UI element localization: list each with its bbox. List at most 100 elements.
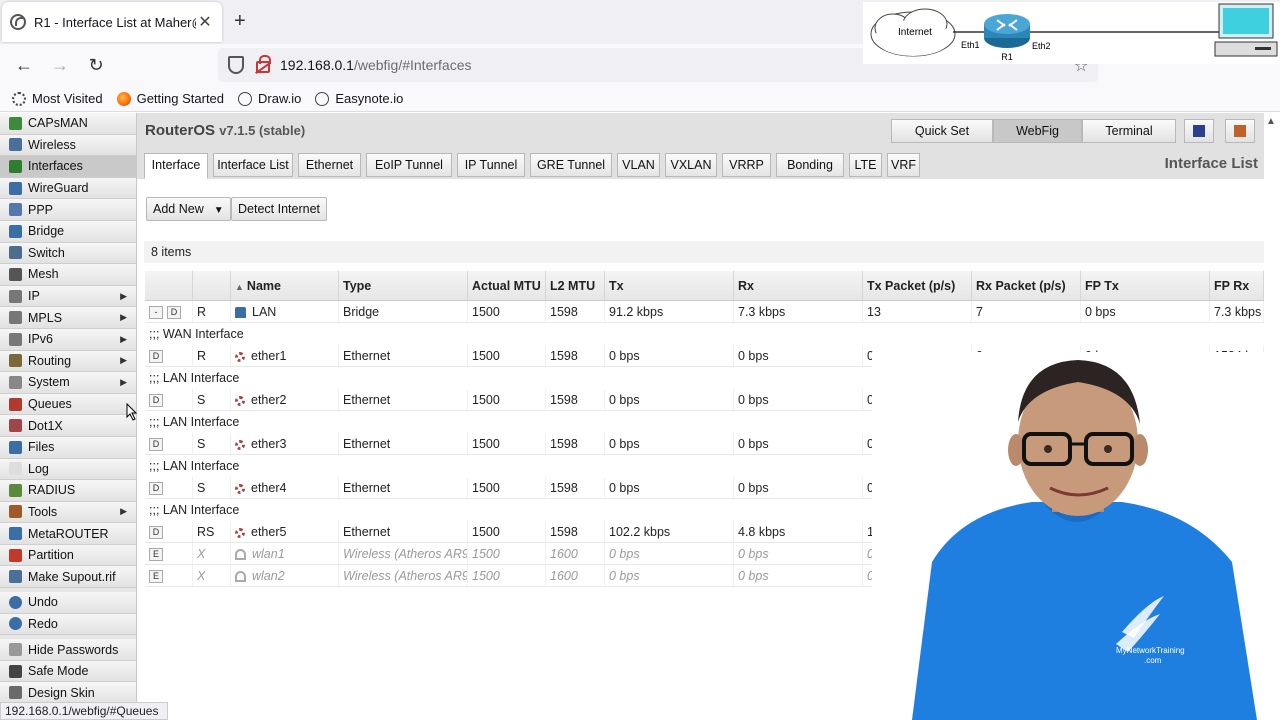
remove-button[interactable]: - bbox=[149, 306, 163, 320]
column-header[interactable]: Rx bbox=[734, 271, 863, 300]
tab-ip-tunnel[interactable]: IP Tunnel bbox=[457, 153, 525, 177]
sidebar-item-partition[interactable]: Partition bbox=[0, 544, 136, 567]
submenu-arrow-icon: ▶ bbox=[120, 506, 127, 517]
tab-vlan[interactable]: VLAN bbox=[617, 153, 660, 177]
winbox-download-icon[interactable] bbox=[1184, 119, 1214, 143]
column-header[interactable]: Rx Packet (p/s) bbox=[972, 271, 1081, 300]
cell-name[interactable]: wlan2 bbox=[231, 565, 339, 586]
row-flags: X bbox=[193, 565, 231, 586]
sidebar-item-ipv6[interactable]: IPv6 ▶ bbox=[0, 328, 136, 351]
cell-rx: 0 bps bbox=[734, 565, 863, 586]
tab-eoip-tunnel[interactable]: EoIP Tunnel bbox=[366, 153, 452, 177]
sidebar-item-queues[interactable]: Queues bbox=[0, 393, 136, 416]
sidebar-item-capsman[interactable]: CAPsMAN bbox=[0, 113, 136, 135]
forward-icon[interactable]: → bbox=[48, 53, 72, 77]
tab-vrf[interactable]: VRF bbox=[887, 153, 920, 177]
quick-set-button[interactable]: Quick Set bbox=[891, 119, 993, 143]
sidebar-item-files[interactable]: Files bbox=[0, 436, 136, 459]
bookmark-drawio[interactable]: Draw.io bbox=[238, 91, 301, 106]
interface-name: ether3 bbox=[251, 437, 287, 451]
cell-name[interactable]: ether1 bbox=[231, 345, 339, 366]
sidebar-undo[interactable]: Undo bbox=[0, 592, 136, 614]
cell-name[interactable]: ether4 bbox=[231, 477, 339, 498]
sidebar-item-wireless[interactable]: Wireless bbox=[0, 134, 136, 157]
eth2-label: Eth2 bbox=[1032, 41, 1051, 51]
tab-ethernet[interactable]: Ethernet bbox=[298, 153, 361, 177]
bookmark-easynote[interactable]: Easynote.io bbox=[315, 91, 403, 106]
detect-internet-button[interactable]: Detect Internet bbox=[231, 197, 327, 221]
column-header[interactable]: Type bbox=[339, 271, 468, 300]
new-tab-button[interactable]: + bbox=[234, 10, 246, 33]
sidebar-safe-mode[interactable]: Safe Mode bbox=[0, 660, 136, 683]
submenu-arrow-icon: ▶ bbox=[120, 290, 127, 301]
tab-vrrp[interactable]: VRRP bbox=[722, 153, 771, 177]
disable-button[interactable]: D bbox=[149, 526, 163, 540]
tab-interface[interactable]: Interface bbox=[144, 153, 208, 179]
sidebar-item-system[interactable]: System ▶ bbox=[0, 372, 136, 394]
bookmark-most-visited[interactable]: Most Visited bbox=[12, 91, 103, 106]
shield-icon[interactable] bbox=[228, 56, 244, 74]
cell-name[interactable]: ether3 bbox=[231, 433, 339, 454]
terminal-button[interactable]: Terminal bbox=[1082, 119, 1176, 143]
sidebar-item-interfaces[interactable]: Interfaces bbox=[0, 156, 136, 178]
sidebar-label: Design Skin bbox=[28, 685, 95, 700]
sidebar-item-log[interactable]: Log bbox=[0, 458, 136, 481]
sidebar-item-tools[interactable]: Tools ▶ bbox=[0, 501, 136, 524]
cell-name[interactable]: ether2 bbox=[231, 389, 339, 410]
tab-bonding[interactable]: Bonding bbox=[776, 153, 844, 177]
cell-name[interactable]: LAN bbox=[231, 301, 339, 322]
enable-button[interactable]: E bbox=[149, 548, 163, 562]
sidebar-item-switch[interactable]: Switch bbox=[0, 242, 136, 265]
sidebar-hide-passwords[interactable]: Hide Passwords bbox=[0, 639, 136, 661]
sidebar-item-bridge[interactable]: Bridge bbox=[0, 220, 136, 243]
sidebar-item-radius[interactable]: RADIUS bbox=[0, 480, 136, 502]
sidebar-item-ip[interactable]: IP ▶ bbox=[0, 285, 136, 308]
disable-button[interactable]: D bbox=[149, 482, 163, 496]
back-icon[interactable]: ← bbox=[12, 53, 36, 77]
cell-tx: 0 bps bbox=[605, 345, 734, 366]
column-header[interactable]: L2 MTU bbox=[546, 271, 605, 300]
column-header[interactable] bbox=[193, 271, 231, 300]
cell-name[interactable]: ether5 bbox=[231, 521, 339, 542]
column-header[interactable] bbox=[145, 271, 193, 300]
webfig-button[interactable]: WebFig bbox=[993, 119, 1082, 143]
sidebar-item-metarouter[interactable]: MetaROUTER bbox=[0, 523, 136, 545]
sidebar-item-dot1x[interactable]: Dot1X bbox=[0, 415, 136, 437]
reload-icon[interactable]: ↻ bbox=[84, 53, 108, 77]
disable-button[interactable]: D bbox=[149, 350, 163, 364]
column-header[interactable]: Tx Packet (p/s) bbox=[863, 271, 972, 300]
disable-button[interactable]: D bbox=[149, 394, 163, 408]
column-header[interactable]: Tx bbox=[605, 271, 734, 300]
sidebar-item-mpls[interactable]: MPLS ▶ bbox=[0, 307, 136, 329]
sidebar-item-make-supout-rif[interactable]: Make Supout.rif bbox=[0, 566, 136, 589]
tab-lte[interactable]: LTE bbox=[849, 153, 882, 177]
sidebar-item-ppp[interactable]: PPP bbox=[0, 199, 136, 221]
column-header[interactable]: FP Rx bbox=[1210, 271, 1264, 300]
graphs-icon[interactable] bbox=[1225, 119, 1255, 143]
add-new-button[interactable]: Add New ▼ bbox=[146, 197, 231, 221]
enable-button[interactable]: E bbox=[149, 570, 163, 584]
column-header[interactable]: FP Tx bbox=[1081, 271, 1210, 300]
tab-gre-tunnel[interactable]: GRE Tunnel bbox=[530, 153, 612, 177]
ethernet-port-icon bbox=[235, 483, 245, 494]
sidebar-redo[interactable]: Redo bbox=[0, 613, 136, 636]
disable-button[interactable]: D bbox=[167, 306, 181, 320]
scroll-up-icon[interactable]: ▲ bbox=[1266, 116, 1276, 127]
tab-interface-list[interactable]: Interface List bbox=[213, 153, 293, 177]
column-header[interactable]: Actual MTU bbox=[468, 271, 546, 300]
table-row[interactable]: - D R LAN Bridge 1500 1598 91.2 kbps 7.3 kbps 13 7… bbox=[145, 301, 1264, 323]
disable-button[interactable]: D bbox=[149, 438, 163, 452]
close-tab-icon[interactable]: ✕ bbox=[196, 12, 214, 32]
browser-tab[interactable]: R1 - Interface List at Maher@15 ✕ bbox=[2, 2, 222, 42]
sidebar-design-skin[interactable]: Design Skin bbox=[0, 682, 136, 705]
insecure-lock-icon[interactable] bbox=[256, 55, 271, 73]
bookmark-getting-started[interactable]: Getting Started bbox=[116, 91, 224, 106]
sidebar-item-routing[interactable]: Routing ▶ bbox=[0, 350, 136, 373]
sidebar-item-wireguard[interactable]: WireGuard bbox=[0, 177, 136, 200]
cell-name[interactable]: wlan1 bbox=[231, 543, 339, 564]
column-header[interactable]: ▲ Name bbox=[231, 271, 339, 300]
cell-mtu: 1500 bbox=[468, 345, 546, 366]
sidebar-item-mesh[interactable]: Mesh bbox=[0, 264, 136, 286]
row-actions: -D bbox=[145, 301, 193, 322]
tab-vxlan[interactable]: VXLAN bbox=[665, 153, 717, 177]
